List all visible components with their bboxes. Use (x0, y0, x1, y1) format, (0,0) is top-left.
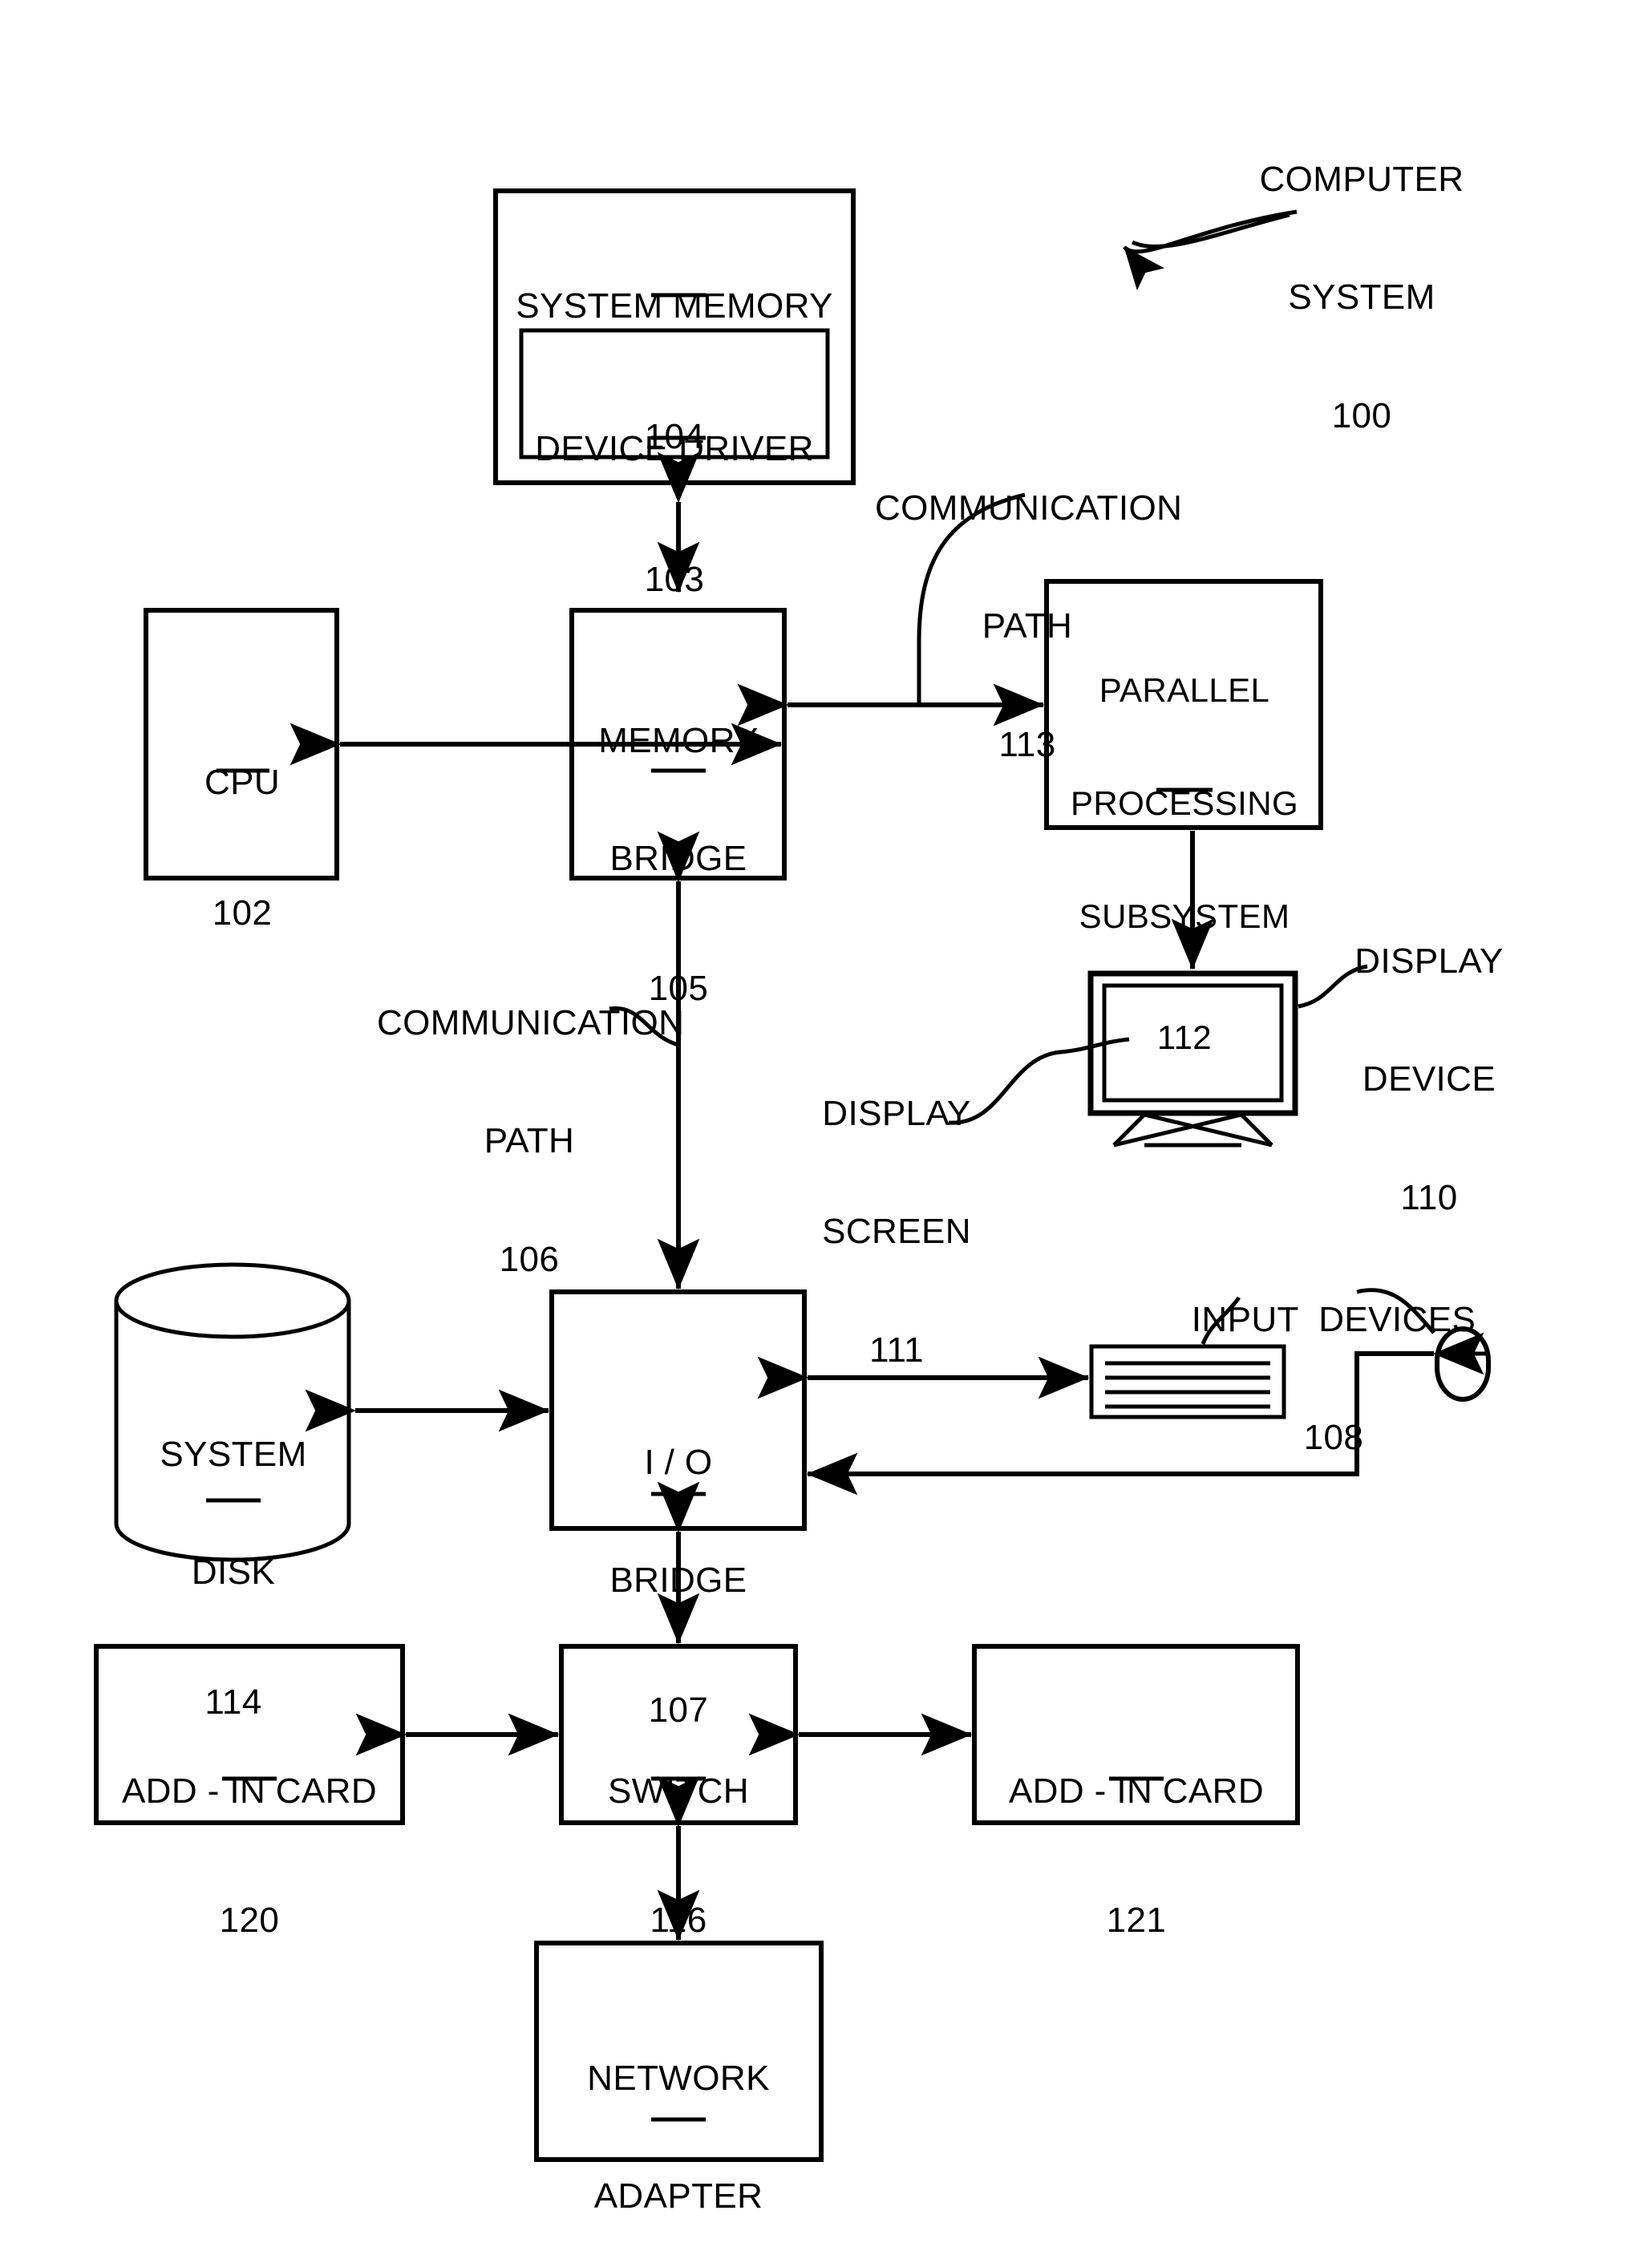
input-devices-callout: INPUT DEVICES 108 (1157, 1221, 1510, 1536)
io-bridge-label-line2: BRIDGE (609, 1561, 747, 1601)
add-in-card-120-label: ADD - IN CARD (121, 1771, 378, 1811)
communication-path-113-callout: COMMUNICATION PATH 113 (875, 409, 1183, 844)
communication-path-113-ref: 113 (998, 725, 1056, 765)
input-devices-callout-ref: 108 (1303, 1418, 1364, 1458)
cpu-label-group: CPU 102 (150, 683, 334, 1012)
cpu-label: CPU (204, 762, 281, 802)
network-adapter-label-line1: NETWORK (587, 2058, 770, 2098)
device-driver-ref: 103 (644, 560, 705, 600)
computer-system-callout-ref: 100 (1331, 396, 1392, 436)
system-disk-label-line2: DISK (191, 1553, 276, 1593)
add-in-card-121-ref: 121 (1106, 1901, 1167, 1941)
communication-path-106-ref: 106 (499, 1240, 560, 1280)
display-screen-callout-line2: SCREEN (822, 1212, 971, 1252)
display-screen-callout-line1: DISPLAY (822, 1093, 971, 1133)
pps-label-line3: SUBSYSTEM (1079, 897, 1290, 936)
add-in-card-121-label: ADD - IN CARD (1008, 1771, 1265, 1811)
communication-path-106-line1: COMMUNICATION (377, 1002, 685, 1042)
display-screen-callout: DISPLAY SCREEN 111 (776, 1014, 1017, 1449)
communication-path-113-line2: PATH (982, 606, 1073, 646)
display-device-callout-line2: DEVICE (1362, 1059, 1496, 1099)
add-in-card-120-label-group: ADD - IN CARD 120 (93, 1692, 406, 2019)
communication-path-113-line1: COMMUNICATION (875, 488, 1183, 528)
display-device-callout-ref: 110 (1400, 1178, 1458, 1218)
communication-path-106-line2: PATH (484, 1121, 575, 1161)
network-adapter-label-group: NETWORK ADAPTER 118 (538, 1979, 819, 2259)
add-in-card-120-ref: 120 (219, 1901, 280, 1941)
network-adapter-label-line2: ADAPTER (593, 2176, 763, 2216)
memory-bridge-label-line2: BRIDGE (609, 839, 747, 879)
system-disk-label-line1: SYSTEM (160, 1434, 307, 1474)
display-device-callout-line1: DISPLAY (1354, 941, 1504, 981)
switch-label: SWITCH (608, 1771, 749, 1811)
io-bridge-label-line1: I / O (644, 1442, 713, 1482)
communication-path-106-callout: COMMUNICATION PATH 106 (377, 924, 685, 1358)
patent-figure-computer-system: COMPUTER SYSTEM 100 SYSTEM MEMORY 104 DE… (0, 0, 1652, 2259)
switch-ref: 116 (650, 1901, 707, 1941)
add-in-card-121-label-group: ADD - IN CARD 121 (976, 1692, 1297, 2019)
device-driver-label: DEVICE DRIVER (535, 428, 814, 468)
computer-system-callout: COMPUTER SYSTEM 100 (1217, 80, 1506, 515)
system-memory-label: SYSTEM MEMORY (516, 285, 833, 326)
device-driver-label-group: DEVICE DRIVER 103 (514, 350, 835, 678)
memory-bridge-label-line1: MEMORY (598, 720, 759, 760)
pps-ref: 112 (1156, 1018, 1213, 1057)
computer-system-callout-line1: COMPUTER (1259, 159, 1464, 199)
switch-label-group: SWITCH 116 (562, 1692, 795, 2019)
input-devices-callout-label: INPUT DEVICES (1191, 1299, 1476, 1339)
display-screen-callout-ref: 111 (869, 1330, 925, 1370)
computer-system-callout-line2: SYSTEM (1288, 277, 1435, 318)
cpu-ref: 102 (212, 893, 273, 933)
